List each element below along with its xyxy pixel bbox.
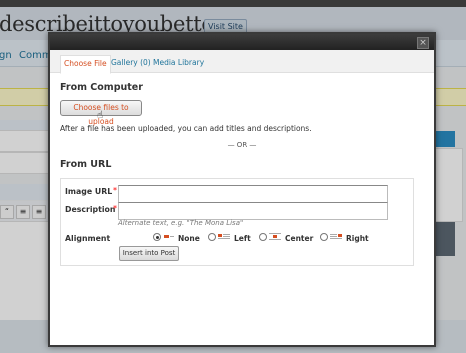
- dialog-titlebar: ×: [50, 34, 434, 50]
- align-center-radio[interactable]: [259, 233, 267, 241]
- required-mark: *: [113, 204, 117, 213]
- alt-text-help: Alternate text, e.g. "The Mona Lisa": [118, 219, 244, 227]
- from-url-heading: From URL: [60, 159, 112, 170]
- align-right-radio[interactable]: [320, 233, 328, 241]
- align-none-label[interactable]: None: [178, 234, 200, 243]
- hand-cursor-icon: ☝: [97, 110, 104, 121]
- image-url-label: Image URL: [65, 187, 113, 196]
- align-center-img-icon: [269, 233, 281, 240]
- tab-choose-file[interactable]: Choose File: [60, 55, 111, 74]
- align-center-label[interactable]: Center: [285, 234, 313, 243]
- align-right-img-icon: [330, 234, 342, 239]
- tab-gallery[interactable]: Gallery (0): [108, 55, 154, 72]
- close-icon[interactable]: ×: [417, 37, 429, 49]
- or-divider: — OR —: [227, 141, 257, 149]
- tab-media-library[interactable]: Media Library: [150, 55, 207, 72]
- align-none-radio[interactable]: [153, 233, 161, 241]
- description-label: Description: [65, 205, 116, 214]
- media-tabs: Choose File Gallery (0) Media Library: [50, 50, 434, 74]
- required-mark: *: [113, 186, 117, 195]
- from-computer-heading: From Computer: [60, 82, 143, 93]
- align-right-label[interactable]: Right: [346, 234, 369, 243]
- image-url-input[interactable]: [118, 185, 388, 203]
- media-upload-dialog: × Choose File Gallery (0) Media Library …: [48, 32, 436, 347]
- align-left-label[interactable]: Left: [234, 234, 251, 243]
- description-input[interactable]: [118, 202, 388, 220]
- align-left-radio[interactable]: [208, 233, 216, 241]
- alignment-label: Alignment: [65, 234, 111, 243]
- align-left-img-icon: [218, 234, 230, 239]
- upload-hint: After a file has been uploaded, you can …: [60, 124, 312, 133]
- insert-into-post-button[interactable]: Insert into Post: [119, 246, 179, 261]
- align-none-icon: [164, 235, 174, 238]
